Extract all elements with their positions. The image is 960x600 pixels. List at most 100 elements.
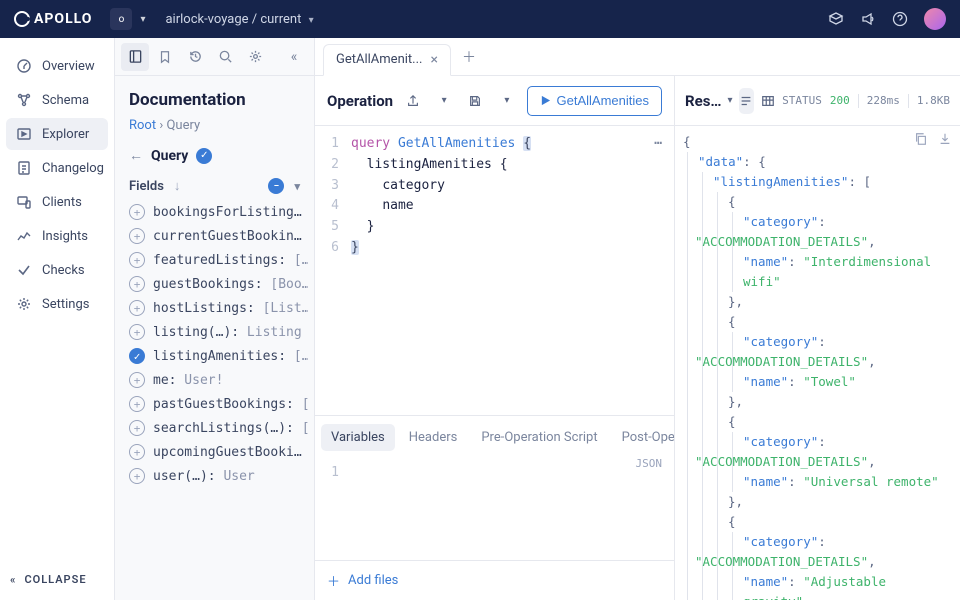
field-name: upcomingGuestBooki… <box>153 445 302 460</box>
response-body[interactable]: {"data": {"listingAmenities": [{"categor… <box>675 126 960 600</box>
chevron-down-icon[interactable]: ▾ <box>294 180 300 193</box>
field-item[interactable]: +featuredListings: [… <box>121 248 308 272</box>
play-icon <box>540 95 551 106</box>
deselect-all-icon[interactable]: − <box>268 178 284 194</box>
copy-icon[interactable] <box>914 132 928 146</box>
add-tab-button[interactable]: ＋ <box>455 43 483 71</box>
field-list: +bookingsForListing…+currentGuestBookin…… <box>115 200 314 600</box>
sidebar-item-overview[interactable]: Overview <box>6 50 108 82</box>
announcement-icon[interactable] <box>860 11 876 27</box>
org-key: o <box>119 14 125 25</box>
graph-breadcrumb[interactable]: airlock-voyage / current ▾ <box>165 12 313 27</box>
brand-logo[interactable]: APOLLO <box>14 11 92 27</box>
help-icon[interactable] <box>892 11 908 27</box>
download-icon[interactable] <box>938 132 952 146</box>
add-icon[interactable]: + <box>129 228 145 244</box>
field-item[interactable]: +currentGuestBookin… <box>121 224 308 248</box>
line-gutter: 1 <box>315 457 347 560</box>
add-icon[interactable]: + <box>129 372 145 388</box>
add-icon[interactable]: + <box>129 420 145 436</box>
add-icon[interactable]: + <box>129 468 145 484</box>
chevron-left-icon: « <box>10 573 16 586</box>
run-button[interactable]: GetAllAmenities <box>527 86 662 116</box>
brand-text: APOLLO <box>34 11 92 27</box>
field-item[interactable]: + listing(…): Listing <box>121 320 308 344</box>
add-icon[interactable]: + <box>129 204 145 220</box>
close-icon[interactable]: × <box>430 52 437 68</box>
field-item[interactable]: + pastGuestBookings: [ <box>121 392 308 416</box>
add-icon[interactable]: + <box>129 300 145 316</box>
documentation-panel: « Documentation Root › Query ← Query ✓ F… <box>115 38 315 600</box>
back-arrow-icon[interactable]: ← <box>129 147 143 164</box>
avatar[interactable] <box>924 8 946 30</box>
field-name: pastGuestBookings: [ <box>153 397 308 412</box>
run-label: GetAllAmenities <box>557 93 649 108</box>
crumb-root[interactable]: Root <box>129 118 156 133</box>
line-gutter: 123456 <box>315 126 347 415</box>
bookmark-icon[interactable] <box>151 43 179 71</box>
logo-icon <box>14 11 30 27</box>
sidebar-item-label: Changelog <box>42 161 104 176</box>
search-icon[interactable] <box>211 43 239 71</box>
field-item[interactable]: ✓ listingAmenities: [… <box>121 344 308 368</box>
save-icon[interactable] <box>464 89 487 113</box>
field-item[interactable]: +me: User! <box>121 368 308 392</box>
sidebar-item-clients[interactable]: Clients <box>6 186 108 218</box>
org-switcher[interactable]: o <box>110 8 132 30</box>
variables-editor[interactable]: 1 JSON <box>315 451 674 560</box>
query-editor[interactable]: 123456 query GetAllAmenities { listingAm… <box>315 126 674 415</box>
field-item[interactable]: +guestBookings: [Boo… <box>121 272 308 296</box>
chevron-down-icon[interactable]: ▾ <box>140 14 145 25</box>
tab-operation[interactable]: GetAllAmenit... × <box>323 44 451 76</box>
sidebar-item-schema[interactable]: Schema <box>6 84 108 116</box>
operation-panel: Operation ▾ ▾ GetAllAmenities 123456 que… <box>315 76 675 600</box>
vars-tab[interactable]: Pre-Operation Script <box>471 424 607 451</box>
history-icon[interactable] <box>181 43 209 71</box>
gear-icon[interactable] <box>241 43 269 71</box>
chevron-down-icon[interactable]: ▾ <box>432 89 455 113</box>
collapse-panel-icon[interactable]: « <box>280 43 308 71</box>
field-name: hostListings: [List… <box>153 301 308 316</box>
add-icon[interactable]: + <box>129 324 145 340</box>
add-icon[interactable]: + <box>129 252 145 268</box>
field-item[interactable]: +bookingsForListing… <box>121 200 308 224</box>
chevron-down-icon: ▾ <box>309 15 314 26</box>
sort-icon[interactable]: ↓ <box>174 178 181 194</box>
sandbox-icon[interactable] <box>828 11 844 27</box>
vars-tab[interactable]: Headers <box>399 424 468 451</box>
chevron-down-icon[interactable]: ▾ <box>728 95 733 106</box>
sidebar-item-settings[interactable]: Settings <box>6 288 108 320</box>
field-item[interactable]: + hostListings: [List… <box>121 296 308 320</box>
field-item[interactable]: + upcomingGuestBooki… <box>121 440 308 464</box>
collapse-button[interactable]: « COLLAPSE <box>0 559 114 600</box>
field-name: listingAmenities: [… <box>153 349 308 364</box>
check-icon[interactable]: ✓ <box>129 348 145 364</box>
add-icon[interactable]: + <box>129 396 145 412</box>
field-name: listing(…): Listing <box>153 325 302 340</box>
sidebar-item-checks[interactable]: Checks <box>6 254 108 286</box>
add-icon[interactable]: + <box>129 276 145 292</box>
table-view-icon[interactable] <box>760 88 776 114</box>
add-icon[interactable]: + <box>129 444 145 460</box>
docs-icon[interactable] <box>121 43 149 71</box>
tab-bar: GetAllAmenit... × ＋ <box>315 38 960 76</box>
field-item[interactable]: +searchListings(…): [ <box>121 416 308 440</box>
latency: 228ms <box>867 94 900 107</box>
chevron-down-icon[interactable]: ▾ <box>495 89 518 113</box>
vars-tab[interactable]: Variables <box>321 424 395 451</box>
collapse-label: COLLAPSE <box>24 573 86 586</box>
crumb-current: Query <box>166 118 200 133</box>
top-bar: APOLLO o ▾ airlock-voyage / current ▾ <box>0 0 960 38</box>
vars-tab[interactable]: Post-Operation Script <box>612 424 674 451</box>
field-item[interactable]: +user(…): User <box>121 464 308 488</box>
share-icon[interactable] <box>401 89 424 113</box>
plus-icon: ＋ <box>327 571 340 590</box>
add-files-button[interactable]: ＋ Add files <box>315 560 674 600</box>
changelog-icon <box>16 160 32 176</box>
sidebar-item-insights[interactable]: Insights <box>6 220 108 252</box>
tab-label: GetAllAmenit... <box>336 52 422 67</box>
sidebar-item-explorer[interactable]: Explorer <box>6 118 108 150</box>
block-view-icon[interactable] <box>739 88 755 114</box>
sidebar-item-changelog[interactable]: Changelog <box>6 152 108 184</box>
kebab-icon[interactable]: ⋯ <box>654 134 664 155</box>
